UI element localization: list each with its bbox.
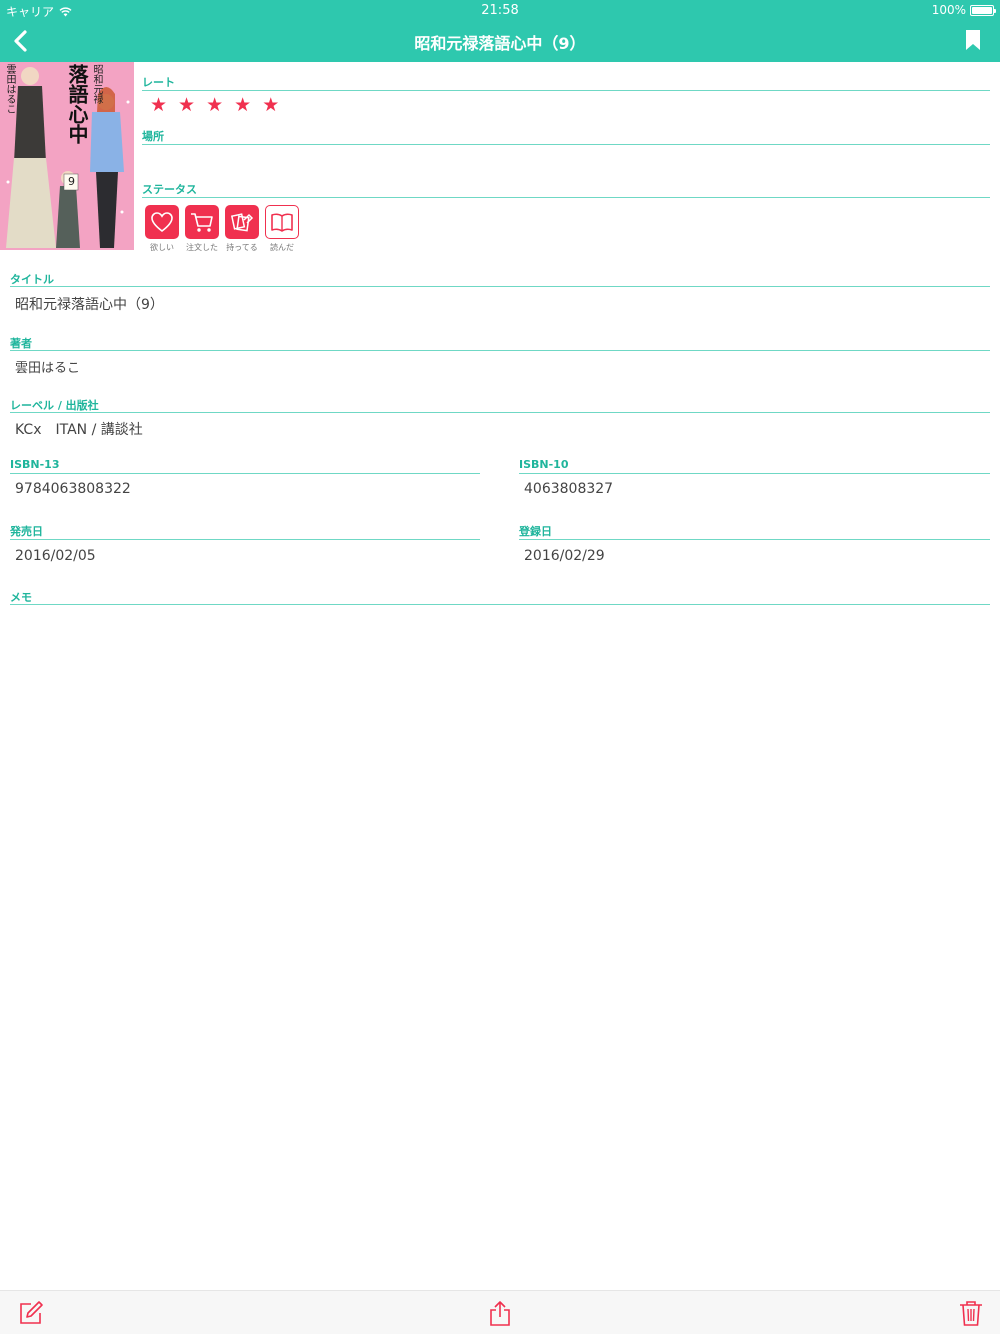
star-icon-5[interactable]: ★	[262, 95, 279, 115]
publisher-divider	[10, 412, 990, 413]
registered-date-label: 登録日	[519, 525, 552, 538]
location-divider	[142, 144, 990, 145]
star-icon-3[interactable]: ★	[206, 95, 223, 115]
cart-icon	[191, 213, 213, 232]
release-date-value[interactable]: 2016/02/05	[15, 548, 96, 564]
registered-date-divider	[519, 539, 990, 540]
isbn10-value[interactable]: 4063808327	[524, 481, 613, 497]
edit-icon[interactable]	[18, 1300, 44, 1326]
location-label: 場所	[142, 130, 164, 143]
cover-volume-number: 9	[68, 175, 75, 188]
bookmark-icon[interactable]	[966, 30, 980, 50]
book-cover-image: 昭和元禄 落語心中 雲田はるこ 9	[0, 62, 134, 250]
bottom-toolbar	[0, 1290, 1000, 1334]
memo-divider	[10, 604, 990, 605]
status-divider	[142, 197, 990, 198]
memo-label: メモ	[10, 591, 32, 604]
release-date-divider	[10, 539, 480, 540]
publisher-value[interactable]: KCx ITAN / 講談社	[15, 419, 143, 439]
status-button-group: 欲しい 注文した 持ってる 読んだ	[145, 205, 299, 253]
author-label: 著者	[10, 337, 32, 350]
battery-info: 100%	[931, 3, 996, 17]
publisher-label: レーベル / 出版社	[10, 399, 99, 412]
status-want-label: 欲しい	[150, 243, 174, 252]
rate-divider	[142, 90, 990, 91]
status-want-button[interactable]: 欲しい	[145, 205, 179, 253]
rate-label: レート	[142, 76, 175, 89]
title-divider	[10, 286, 990, 287]
cover-author-text: 雲田はるこ	[4, 64, 15, 114]
status-owned-label: 持ってる	[226, 243, 258, 252]
title-value[interactable]: 昭和元禄落語心中（9）	[15, 294, 164, 314]
title-label: タイトル	[10, 273, 54, 286]
open-book-icon	[271, 213, 293, 232]
status-ordered-label: 注文した	[186, 243, 218, 252]
status-ordered-button[interactable]: 注文した	[185, 205, 219, 253]
author-divider	[10, 350, 990, 351]
rating-stars[interactable]: ★ ★ ★ ★ ★	[150, 95, 279, 115]
status-read-label: 読んだ	[270, 243, 294, 252]
battery-percent: 100%	[931, 3, 966, 17]
isbn13-value[interactable]: 9784063808322	[15, 481, 131, 497]
registered-date-value[interactable]: 2016/02/29	[524, 548, 605, 564]
star-icon-2[interactable]: ★	[178, 95, 195, 115]
isbn13-label: ISBN-13	[10, 458, 60, 471]
cover-title-text: 落語心中	[65, 64, 89, 144]
author-value[interactable]: 雲田はるこ	[15, 357, 80, 376]
navigation-bar: 昭和元禄落語心中（9）	[0, 20, 1000, 62]
isbn10-divider	[519, 473, 990, 474]
page-title: 昭和元禄落語心中（9）	[414, 34, 586, 53]
star-icon-1[interactable]: ★	[150, 95, 167, 115]
battery-icon	[970, 4, 996, 16]
status-read-button[interactable]: 読んだ	[265, 205, 299, 253]
isbn13-divider	[10, 473, 480, 474]
share-icon[interactable]	[487, 1300, 513, 1326]
isbn10-label: ISBN-10	[519, 458, 569, 471]
release-date-label: 発売日	[10, 525, 43, 538]
heart-icon	[151, 212, 173, 233]
trash-icon[interactable]	[958, 1300, 984, 1326]
status-time: 21:58	[481, 3, 519, 18]
status-label: ステータス	[142, 183, 197, 196]
status-owned-button[interactable]: 持ってる	[225, 205, 259, 253]
status-bar: キャリア 21:58 100%	[0, 0, 1000, 20]
star-icon-4[interactable]: ★	[234, 95, 251, 115]
books-icon	[230, 213, 254, 232]
top-bar: キャリア 21:58 100% 昭和元禄落語心中（9）	[0, 0, 1000, 62]
